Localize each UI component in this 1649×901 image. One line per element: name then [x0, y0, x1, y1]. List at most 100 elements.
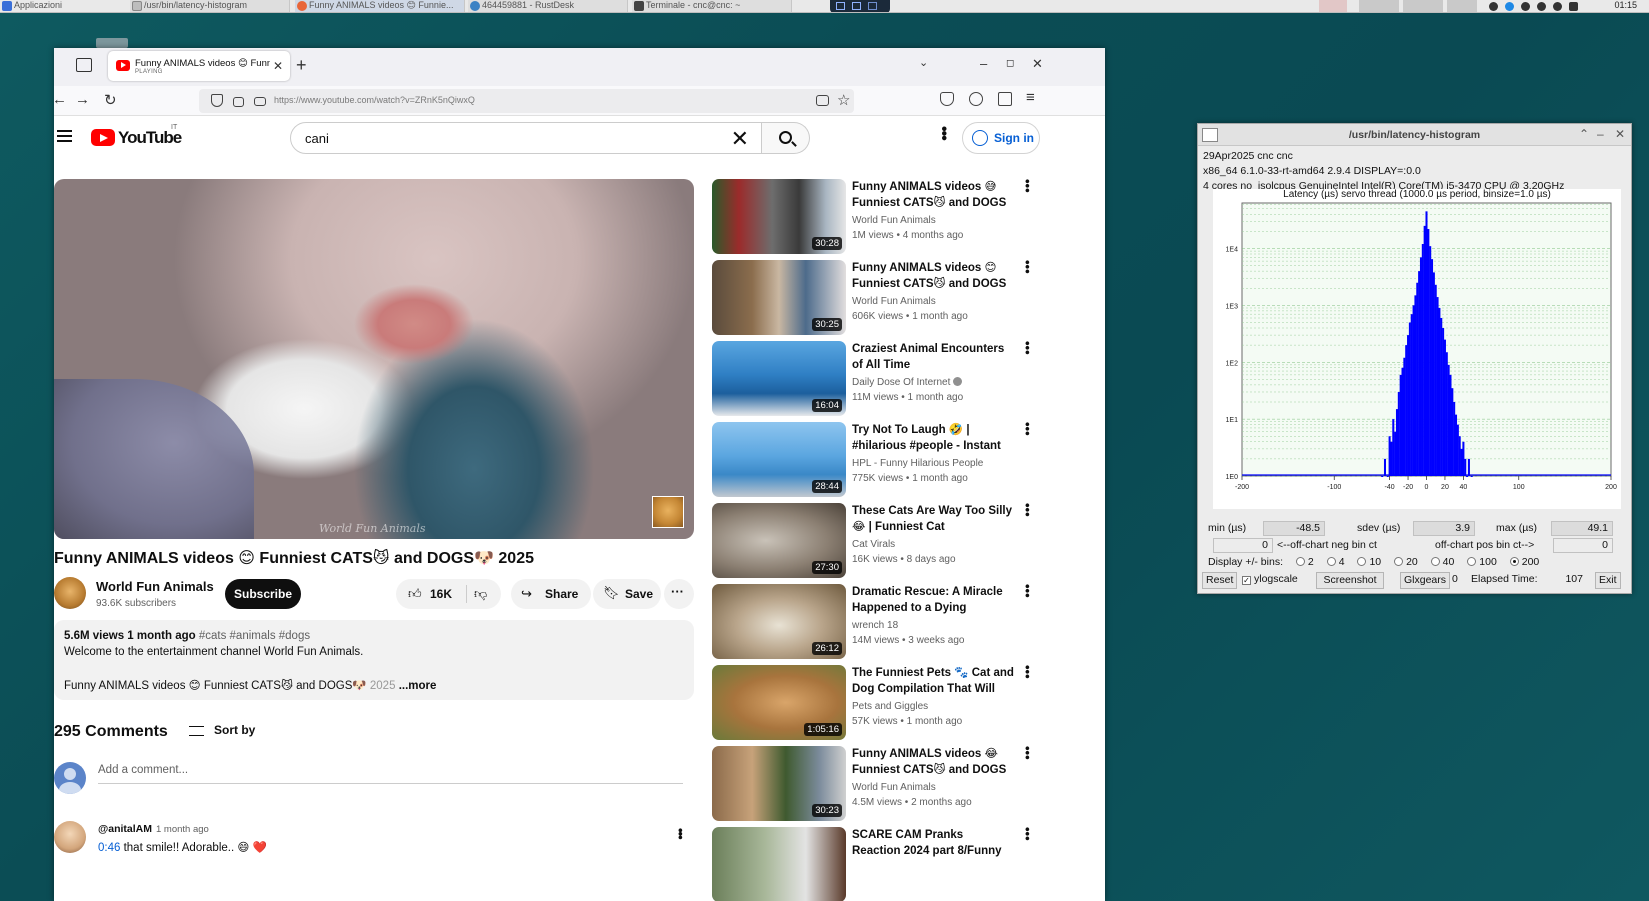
video-menu-icon[interactable]: •••	[1020, 746, 1035, 760]
power-icon[interactable]	[1521, 2, 1530, 11]
volume-icon[interactable]	[1537, 2, 1546, 11]
network-icon[interactable]	[1489, 2, 1498, 11]
radio-selected-icon[interactable]	[1509, 557, 1519, 566]
bins-option-selected[interactable]: 200	[1509, 556, 1539, 568]
video-thumbnail[interactable]: 26:12	[712, 584, 846, 659]
video-channel[interactable]: World Fun Animals	[852, 782, 936, 793]
bins-option[interactable]: 2	[1295, 556, 1314, 568]
hamburger-menu-icon[interactable]	[57, 130, 72, 142]
video-title[interactable]: Funny ANIMALS videos 😊 Funniest CATS😼 an…	[852, 260, 1014, 292]
comment-menu-icon[interactable]: •••	[673, 828, 688, 839]
video-title[interactable]: These Cats Are Way Too Silly 😂 | Funnies…	[852, 503, 1014, 535]
close-window-icon[interactable]: ✕	[1032, 56, 1043, 72]
sidebar-video-item[interactable]: SCARE CAM Pranks Reaction 2024 part 8/Fu…	[712, 827, 1035, 901]
sidebar-video-item[interactable]: 1:05:16 The Funniest Pets 🐾 Cat and Dog …	[712, 665, 1035, 743]
radio-icon[interactable]	[1357, 557, 1367, 566]
video-thumbnail[interactable]: 28:44	[712, 422, 846, 497]
sidebar-video-item[interactable]: 30:25 Funny ANIMALS videos 😊 Funniest CA…	[712, 260, 1035, 338]
add-comment-input[interactable]: Add a comment...	[98, 764, 683, 784]
share-button[interactable]: ↪ Share	[511, 579, 591, 609]
translate-icon[interactable]	[816, 95, 829, 106]
permissions-icon[interactable]	[254, 97, 266, 106]
sign-in-button[interactable]: Sign in	[962, 122, 1040, 154]
tab-youtube[interactable]: Funny ANIMALS videos 😊 Funnie PLAYING ✕	[108, 51, 290, 81]
save-button[interactable]: 🔖︎ Save	[593, 579, 661, 609]
radio-icon[interactable]	[1467, 557, 1477, 566]
reset-button[interactable]: Reset	[1202, 572, 1238, 589]
sidebar-video-item[interactable]: 30:28 Funny ANIMALS videos 😅 Funniest CA…	[712, 179, 1035, 257]
video-menu-icon[interactable]: •••	[1020, 341, 1035, 355]
sidebar-video-item[interactable]: 16:04 Craziest Animal Encounters of All …	[712, 341, 1035, 419]
bins-option[interactable]: 40	[1430, 556, 1454, 568]
radio-icon[interactable]	[1430, 557, 1440, 566]
forward-arrow-icon[interactable]: →	[75, 91, 90, 108]
close-window-icon[interactable]: ✕	[1615, 127, 1625, 141]
taskbar-item-terminal[interactable]: Terminale - cnc@cnc: ~	[632, 0, 792, 12]
video-channel[interactable]: Daily Dose Of Internet	[852, 377, 963, 388]
taskbar-item-rustdesk[interactable]: 464459881 - RustDesk	[468, 0, 628, 12]
firefox-view-icon[interactable]	[76, 58, 92, 72]
comment-timestamp-link[interactable]: 0:46	[98, 842, 120, 854]
sidebar-video-item[interactable]: 26:12 Dramatic Rescue: A Miracle Happene…	[712, 584, 1035, 662]
bins-option[interactable]: 4	[1326, 556, 1345, 568]
minimize-icon[interactable]: –	[1597, 127, 1604, 141]
maximize-icon[interactable]: ◻	[1006, 58, 1014, 69]
description-box[interactable]: 5.6M views 1 month ago #cats #animals #d…	[54, 620, 694, 700]
video-title[interactable]: Craziest Animal Encounters of All Time	[852, 341, 1014, 373]
video-title[interactable]: SCARE CAM Pranks Reaction 2024 part 8/Fu…	[852, 827, 1014, 859]
notification-bell-icon[interactable]	[1553, 2, 1562, 11]
video-channel[interactable]: Cat Virals	[852, 539, 895, 550]
video-thumbnail[interactable]: 30:25	[712, 260, 846, 335]
video-thumbnail[interactable]: 30:23	[712, 746, 846, 821]
video-menu-icon[interactable]: •••	[1020, 260, 1035, 274]
shade-icon[interactable]: ⌃	[1579, 127, 1589, 141]
video-channel[interactable]: HPL - Funny Hilarious People	[852, 458, 983, 469]
tray-window-thumb[interactable]	[1403, 0, 1443, 12]
video-thumbnail[interactable]: 27:30	[712, 503, 846, 578]
tray-window-thumb[interactable]	[1359, 0, 1399, 12]
lock-icon[interactable]	[233, 97, 244, 107]
app-menu-icon[interactable]: ≡	[1026, 89, 1035, 106]
desktop-folder-icon[interactable]	[96, 38, 128, 48]
video-thumbnail[interactable]: 1:05:16	[712, 665, 846, 740]
glxgears-button[interactable]: Glxgears	[1400, 572, 1451, 589]
minimize-icon[interactable]: –	[980, 56, 987, 71]
applications-menu[interactable]: Applicazioni	[0, 0, 125, 12]
screenshot-button[interactable]: Screenshot	[1316, 572, 1384, 589]
video-channel[interactable]: World Fun Animals	[852, 215, 936, 226]
youtube-logo-icon[interactable]	[91, 129, 115, 146]
account-icon[interactable]	[969, 92, 983, 106]
sync-icon[interactable]	[1505, 2, 1514, 11]
search-button[interactable]	[762, 122, 810, 154]
video-channel[interactable]: wrench 18	[852, 620, 898, 631]
comment-age[interactable]: 1 month ago	[156, 824, 209, 835]
tray-firefox-icon[interactable]	[1319, 0, 1347, 12]
radio-icon[interactable]	[1326, 557, 1336, 566]
comment-author-avatar[interactable]	[54, 821, 86, 853]
search-query[interactable]: cani	[305, 131, 329, 146]
back-arrow-icon[interactable]: ←	[54, 91, 67, 108]
channel-watermark-icon[interactable]	[652, 496, 684, 528]
checkbox-checked-icon[interactable]: ✓	[1242, 576, 1251, 585]
youtube-wordmark[interactable]: YouTube	[118, 128, 182, 148]
radio-icon[interactable]	[1295, 557, 1305, 566]
description-more-button[interactable]: ...more	[399, 680, 437, 692]
video-thumbnail[interactable]: 16:04	[712, 341, 846, 416]
search-input[interactable]: cani ✕	[290, 122, 762, 154]
video-menu-icon[interactable]: •••	[1020, 503, 1035, 517]
video-channel[interactable]: World Fun Animals	[852, 296, 936, 307]
settings-dots-icon[interactable]: •••	[934, 126, 952, 140]
clear-search-icon[interactable]: ✕	[731, 126, 749, 152]
taskbar-clock[interactable]: 01:15	[1614, 0, 1637, 11]
pocket-icon[interactable]	[940, 92, 954, 106]
video-menu-icon[interactable]: •••	[1020, 827, 1035, 841]
video-title[interactable]: Funny ANIMALS videos 😂 Funniest CATS😼 an…	[852, 746, 1014, 778]
channel-avatar[interactable]	[54, 577, 86, 609]
taskbar-item-latency-histogram[interactable]: /usr/bin/latency-histogram	[130, 0, 290, 12]
video-title[interactable]: Try Not To Laugh 🤣 | #hilarious #people …	[852, 422, 1014, 454]
like-count[interactable]: 16K	[430, 587, 452, 601]
url-bar[interactable]: https://www.youtube.com/watch?v=ZRnK5nQi…	[199, 89, 854, 113]
extensions-icon[interactable]	[998, 92, 1012, 106]
taskbar-item-firefox[interactable]: Funny ANIMALS videos 😊 Funnie...	[295, 0, 465, 12]
window-titlebar[interactable]: /usr/bin/latency-histogram ⌃ – ✕	[1198, 124, 1631, 146]
